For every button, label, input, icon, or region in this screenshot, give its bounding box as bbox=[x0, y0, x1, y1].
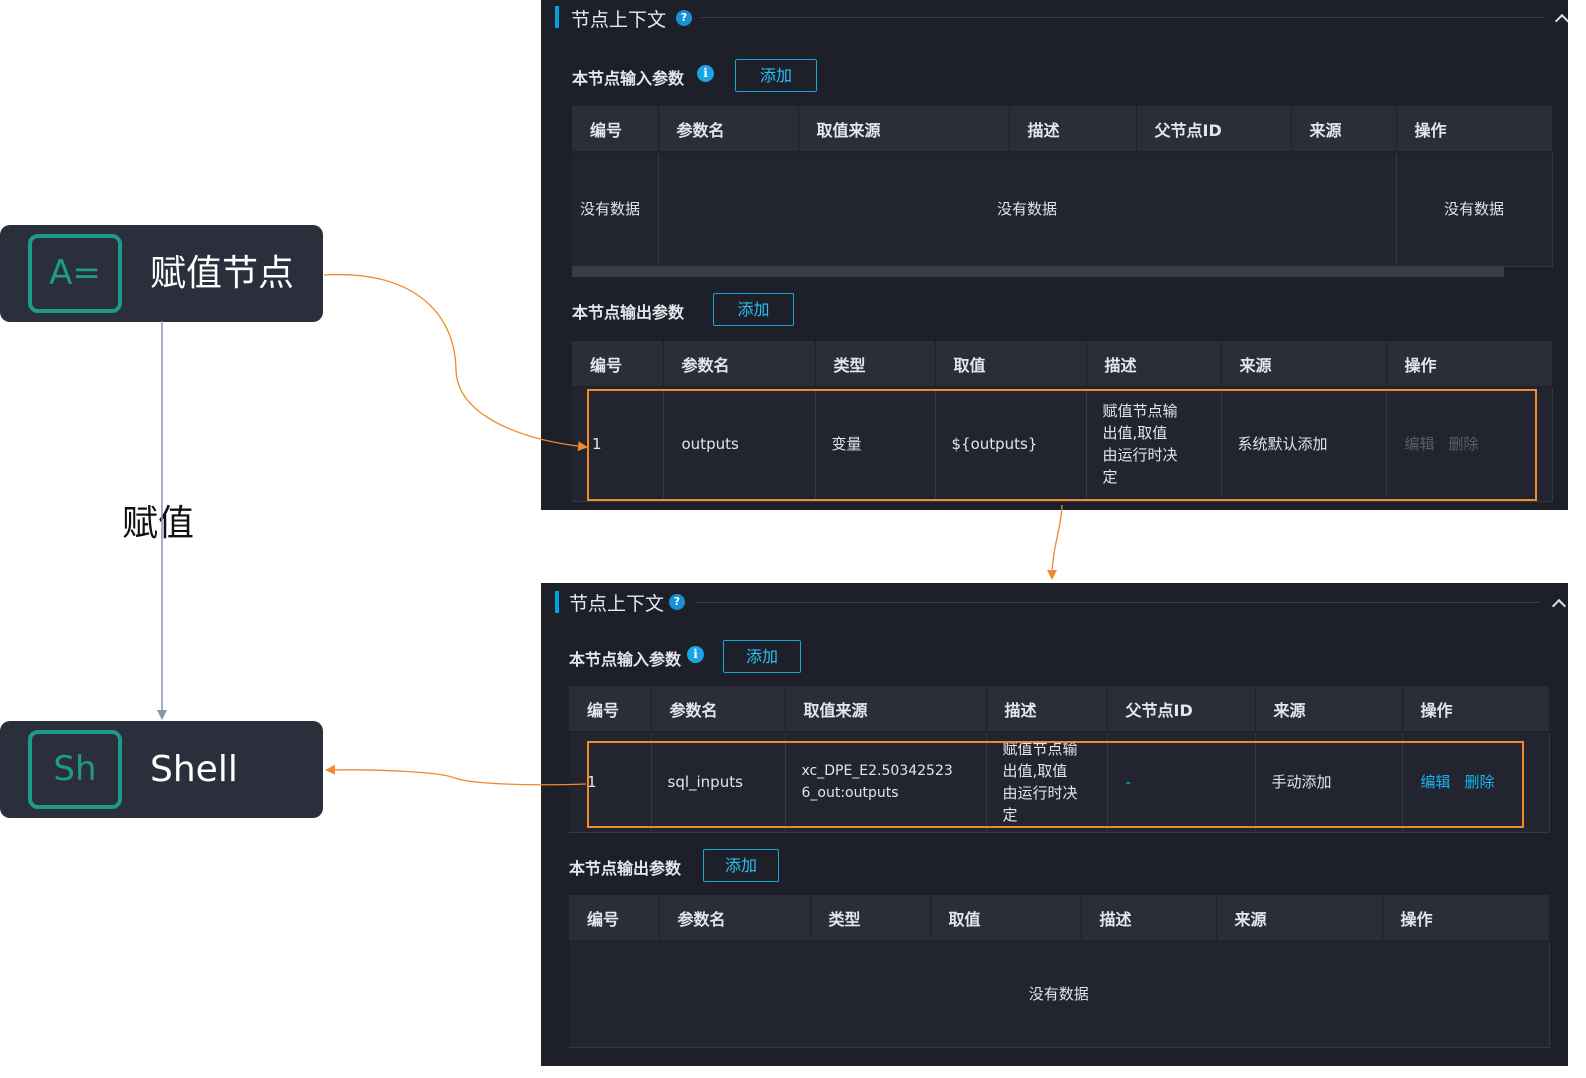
title-accent-bar bbox=[555, 6, 559, 28]
row-value: ${outputs} bbox=[935, 387, 1087, 502]
empty-cell: 没有数据 bbox=[572, 152, 659, 267]
col-header: 取值来源 bbox=[798, 106, 1010, 153]
col-header: 编号 bbox=[569, 895, 660, 942]
delete-link[interactable]: 删除 bbox=[1449, 435, 1479, 453]
bottom-context-panel: 节点上下文 ? 本节点输入参数 i 添加 编号 参数名 取值来源 描述 父节点I… bbox=[541, 583, 1568, 1066]
shell-node-label: Shell bbox=[150, 749, 238, 790]
assign-node-icon: A= bbox=[28, 234, 122, 313]
col-header: 来源 bbox=[1216, 895, 1383, 942]
col-header: 描述 bbox=[1081, 895, 1217, 942]
help-icon[interactable]: ? bbox=[676, 10, 692, 26]
col-header: 父节点ID bbox=[1136, 106, 1292, 153]
info-icon[interactable]: i bbox=[687, 646, 704, 663]
col-header: 类型 bbox=[810, 895, 931, 942]
connector-arrow bbox=[1047, 504, 1063, 580]
panel-title: 节点上下文 bbox=[571, 9, 667, 31]
title-divider bbox=[695, 602, 1540, 603]
col-header: 操作 bbox=[1382, 895, 1550, 942]
col-header: 来源 bbox=[1255, 686, 1403, 733]
col-header: 描述 bbox=[1086, 341, 1222, 388]
horizontal-scrollbar[interactable] bbox=[572, 266, 1504, 277]
col-header: 编号 bbox=[572, 341, 664, 388]
row-actions: 编辑 删除 bbox=[1386, 387, 1553, 502]
col-header: 参数名 bbox=[659, 895, 811, 942]
top-context-panel: 节点上下文 ? 本节点输入参数 i 添加 编号 参数名 取值来源 描述 父节点I… bbox=[541, 0, 1568, 510]
add-output-button[interactable]: 添加 bbox=[713, 293, 794, 326]
edit-link[interactable]: 编辑 bbox=[1405, 435, 1435, 453]
col-header: 参数名 bbox=[651, 686, 786, 733]
input-params-label: 本节点输入参数 bbox=[572, 69, 685, 88]
col-header: 操作 bbox=[1386, 341, 1553, 388]
panel-title: 节点上下文 bbox=[569, 593, 665, 615]
row-source: 手动添加 bbox=[1255, 732, 1403, 833]
row-parent-id: - bbox=[1107, 732, 1256, 833]
output-params-label: 本节点输出参数 bbox=[569, 859, 682, 878]
row-source: 系统默认添加 bbox=[1221, 387, 1387, 502]
col-header: 取值来源 bbox=[785, 686, 987, 733]
add-input-button[interactable]: 添加 bbox=[735, 59, 817, 92]
col-header: 描述 bbox=[986, 686, 1108, 733]
info-icon[interactable]: i bbox=[697, 65, 714, 82]
row-name: outputs bbox=[663, 387, 816, 502]
input-params-label: 本节点输入参数 bbox=[569, 650, 682, 669]
edge-label: 赋值 bbox=[122, 503, 195, 544]
col-header: 来源 bbox=[1291, 106, 1397, 153]
col-header: 类型 bbox=[815, 341, 936, 388]
col-header: 编号 bbox=[569, 686, 652, 733]
title-divider bbox=[701, 17, 1543, 18]
row-name: sql_inputs bbox=[651, 732, 786, 833]
table-row: 1 outputs 变量 ${outputs} 赋值节点输出值,取值由运行时决定… bbox=[572, 387, 1553, 502]
col-header: 操作 bbox=[1396, 106, 1553, 153]
assign-node[interactable]: A= 赋值节点 bbox=[0, 225, 323, 322]
col-header: 取值 bbox=[930, 895, 1082, 942]
input-params-table: 编号 参数名 取值来源 描述 父节点ID 来源 操作 1 sql_inputs … bbox=[569, 686, 1550, 833]
collapse-up-icon[interactable] bbox=[1554, 13, 1568, 29]
output-params-label: 本节点输出参数 bbox=[572, 303, 685, 322]
add-output-button[interactable]: 添加 bbox=[703, 849, 779, 882]
output-params-table: 编号 参数名 类型 取值 描述 来源 操作 1 outputs 变量 ${out… bbox=[572, 341, 1553, 502]
shell-node-icon: Sh bbox=[28, 730, 122, 809]
table-row: 1 sql_inputs xc_DPE_E2.503425236_out:out… bbox=[569, 732, 1550, 833]
col-header: 参数名 bbox=[658, 106, 799, 153]
row-id: 1 bbox=[569, 732, 652, 833]
col-header: 描述 bbox=[1009, 106, 1137, 153]
col-header: 来源 bbox=[1221, 341, 1387, 388]
row-actions: 编辑 删除 bbox=[1402, 732, 1550, 833]
input-params-table: 编号 参数名 取值来源 描述 父节点ID 来源 操作 没有数据 没有数据 没有数… bbox=[572, 106, 1553, 267]
output-params-table: 编号 参数名 类型 取值 描述 来源 操作 没有数据 bbox=[569, 895, 1550, 1048]
row-desc: 赋值节点输出值,取值由运行时决定 bbox=[986, 732, 1108, 833]
col-header: 取值 bbox=[935, 341, 1087, 388]
help-icon[interactable]: ? bbox=[669, 594, 685, 610]
empty-cell: 没有数据 bbox=[658, 152, 1397, 267]
col-header: 操作 bbox=[1402, 686, 1550, 733]
add-input-button[interactable]: 添加 bbox=[723, 640, 801, 673]
assign-node-label: 赋值节点 bbox=[150, 253, 295, 294]
row-type: 变量 bbox=[815, 387, 936, 502]
empty-cell: 没有数据 bbox=[1396, 152, 1553, 267]
col-header: 父节点ID bbox=[1107, 686, 1256, 733]
title-accent-bar bbox=[555, 591, 559, 613]
delete-link[interactable]: 删除 bbox=[1465, 773, 1495, 791]
row-desc: 赋值节点输出值,取值由运行时决定 bbox=[1086, 387, 1222, 502]
shell-node[interactable]: Sh Shell bbox=[0, 721, 323, 818]
col-header: 参数名 bbox=[663, 341, 816, 388]
empty-cell: 没有数据 bbox=[569, 941, 1550, 1048]
table-row: 没有数据 bbox=[569, 941, 1550, 1048]
table-row: 没有数据 没有数据 没有数据 bbox=[572, 152, 1553, 267]
row-value-source: xc_DPE_E2.503425236_out:outputs bbox=[785, 732, 987, 833]
edit-link[interactable]: 编辑 bbox=[1421, 773, 1451, 791]
row-id: 1 bbox=[572, 387, 664, 502]
col-header: 编号 bbox=[572, 106, 659, 153]
collapse-up-icon[interactable] bbox=[1551, 598, 1567, 614]
